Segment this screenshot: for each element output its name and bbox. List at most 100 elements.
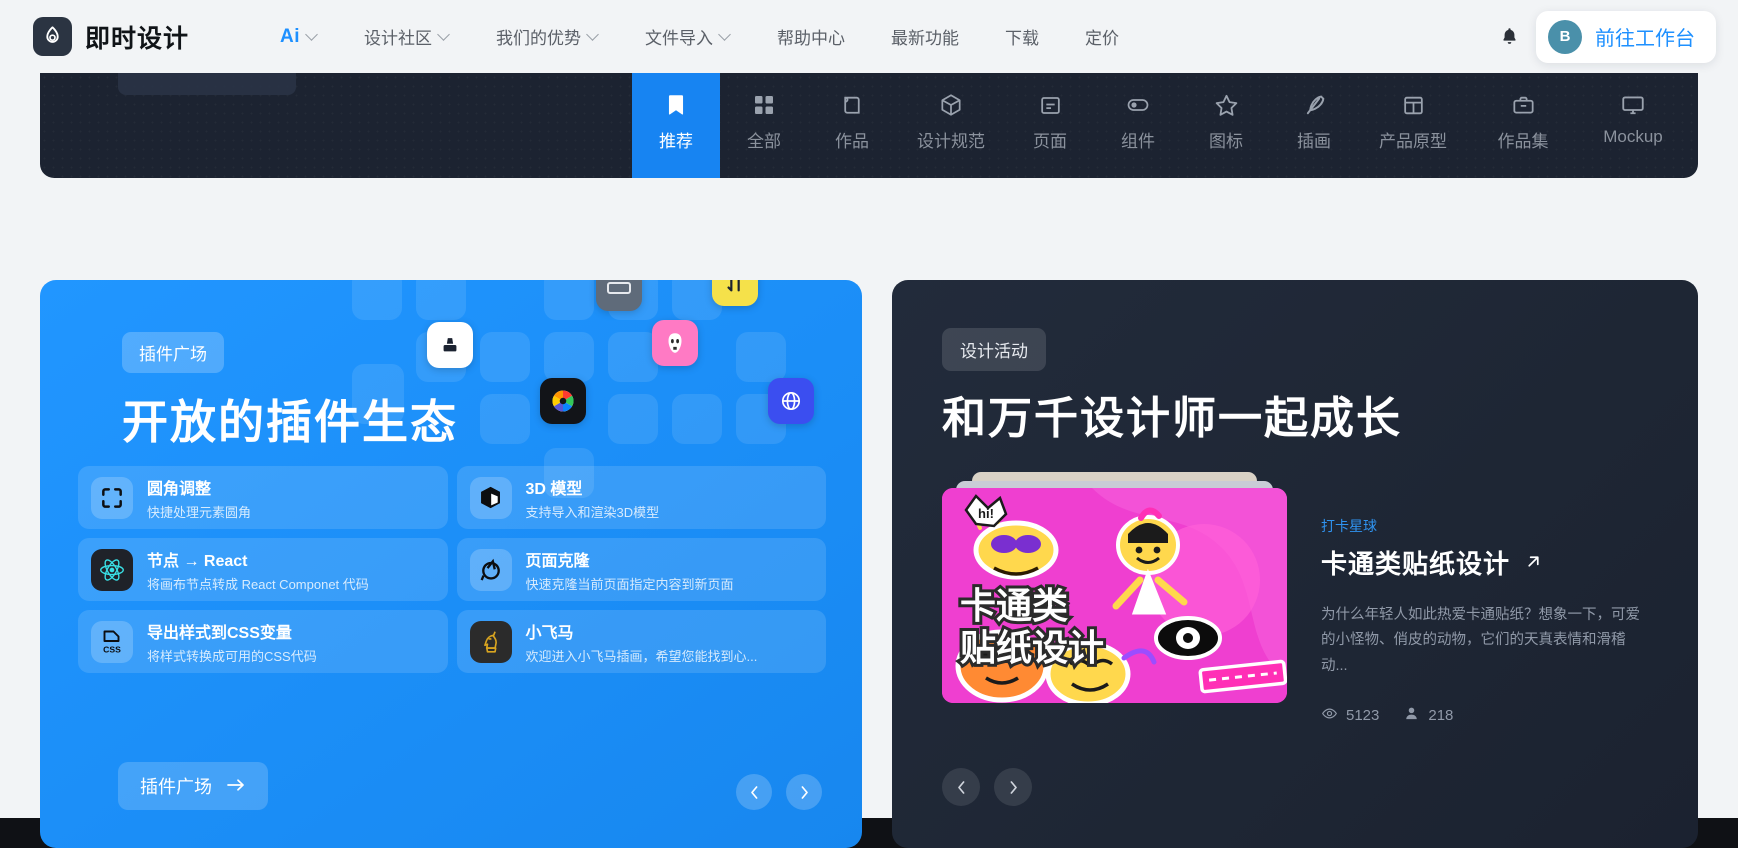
plugin-list: 圆角调整 快捷处理元素圆角 3D 模型 支持导入和渲染3D模型 节点 → Rea… [78,466,826,673]
arrow-right-icon [226,776,246,797]
plugin-item-page-clone[interactable]: 页面克隆 快速克隆当前页面指定内容到新页面 [456,538,826,601]
plugin-cta-label: 插件广场 [140,777,212,797]
plugin-desc: 快速克隆当前页面指定内容到新页面 [525,576,734,592]
event-item-category[interactable]: 打卡星球 [1321,516,1658,536]
brand[interactable]: 即时设计 [33,17,189,56]
chevron-down-icon [720,29,731,40]
nav-item-download[interactable]: 下载 [1005,24,1039,49]
tab-label: Mockup [1603,127,1663,146]
plugin-item-pegasus[interactable]: 小飞马 欢迎进入小飞马插画，希望您能找到心... [456,610,826,673]
views-count: 5123 [1346,707,1380,725]
plugin-carousel-controls [736,774,822,810]
tab-design-system[interactable]: 设计规范 [896,73,1006,178]
feather-icon [1301,89,1327,121]
tab-label: 产品原型 [1379,132,1447,151]
nav-item-label: 文件导入 [645,29,714,48]
tab-mockup[interactable]: Mockup [1578,73,1688,178]
tab-all[interactable]: 全部 [720,73,808,178]
event-item-title: 卡通类贴纸设计 [1321,549,1511,579]
event-card-tag: 设计活动 [942,328,1046,371]
plugin-marketplace-button[interactable]: 插件广场 [118,762,268,810]
go-to-workbench-button[interactable]: B 前往工作台 [1536,10,1716,63]
svg-text:hi!: hi! [978,506,994,521]
layout-icon [1401,89,1426,121]
plugin-item-corner-radius[interactable]: 圆角调整 快捷处理元素圆角 [78,466,448,529]
bookmark-icon [663,89,689,121]
nav-item-ai[interactable]: Ai [280,26,318,48]
event-thumbnail-stack[interactable]: hi! 卡通类 贴纸设计 [942,472,1287,703]
plugin-carousel-prev[interactable] [736,774,772,810]
plugin-marketplace-card[interactable]: 插件广场 开放的插件生态 圆角调整 快捷处理元素圆角 3D 模型 支持导入和渲染… [40,280,862,848]
event-carousel-controls [942,768,1032,806]
participants-stat: 218 [1403,705,1453,726]
page-icon [1038,89,1063,121]
svg-text:CSS: CSS [103,644,121,654]
nav-item-label: 最新功能 [891,29,960,48]
deco-icon-stamp [427,322,473,368]
event-carousel-prev[interactable] [942,768,980,806]
plugin-name: 导出样式到CSS变量 [147,624,292,642]
plugin-name: 3D 模型 [525,480,583,498]
tab-illustration[interactable]: 插画 [1270,73,1358,178]
chevron-down-icon [307,29,318,40]
plugin-carousel-next[interactable] [786,774,822,810]
svg-text:卡通类: 卡通类 [960,585,1068,626]
deco-icon-color-wheel [540,378,586,424]
grid-icon [752,89,776,121]
event-item: hi! 卡通类 贴纸设计 打卡星球 卡通类贴纸设计 为什么年轻人如此热爱卡通贴纸… [942,472,1658,726]
plugin-desc: 将样式转换成可用的CSS代码 [147,648,317,664]
chevron-down-icon [439,29,450,40]
plugin-item-node-to-react[interactable]: 节点 → React 将画布节点转成 React Componet 代码 [78,538,448,601]
briefcase-icon [1511,89,1536,121]
tab-label: 插画 [1297,132,1331,151]
tab-label: 设计规范 [917,132,985,151]
eye-icon [1321,705,1338,726]
plugin-card-tag: 插件广场 [122,332,224,373]
main-menu: Ai 设计社区 我们的优势 文件导入 帮助中心 最新功能 下载 定价 [280,24,1165,49]
nav-item-label: 下载 [1005,29,1040,48]
event-thumbnail[interactable]: hi! 卡通类 贴纸设计 [942,488,1287,703]
monitor-icon [1620,89,1646,121]
nav-item-pricing[interactable]: 定价 [1085,24,1119,49]
nav-item-community[interactable]: 设计社区 [364,24,450,49]
tab-icons[interactable]: 图标 [1182,73,1270,178]
nav-item-label: 定价 [1085,29,1120,48]
tab-components[interactable]: 组件 [1094,73,1182,178]
css-file-icon: CSS [91,620,133,663]
plugin-name: 小飞马 [525,624,574,642]
flame-logo-icon [33,17,72,56]
nav-item-advantages[interactable]: 我们的优势 [496,24,599,49]
tab-prototype[interactable]: 产品原型 [1358,73,1468,178]
bell-icon[interactable] [1492,20,1526,54]
artboard-icon [840,89,865,121]
nav-item-help-center[interactable]: 帮助中心 [777,24,845,49]
tab-label: 作品 [835,132,869,151]
cube-icon [938,89,964,121]
tab-recommended[interactable]: 推荐 [632,73,720,178]
brand-name: 即时设计 [85,24,190,53]
tab-label: 图标 [1209,132,1243,151]
plugin-desc: 支持导入和渲染3D模型 [525,504,660,520]
tab-works[interactable]: 作品 [808,73,896,178]
nav-item-file-import[interactable]: 文件导入 [645,24,731,49]
plugin-item-css-export[interactable]: CSS 导出样式到CSS变量 将样式转换成可用的CSS代码 [78,610,448,673]
tab-portfolio[interactable]: 作品集 [1468,73,1578,178]
chevron-down-icon [588,29,599,40]
event-item-title-row[interactable]: 卡通类贴纸设计 [1321,544,1658,581]
feature-cards-row: 插件广场 开放的插件生态 圆角调整 快捷处理元素圆角 3D 模型 支持导入和渲染… [0,178,1738,848]
design-event-card[interactable]: 设计活动 和万千设计师一起成长 hi! 卡通类 贴纸设计 打卡星球 卡通类贴纸设… [892,280,1698,848]
deco-icon-mask [652,320,698,366]
nav-item-whats-new[interactable]: 最新功能 [891,24,959,49]
clone-icon [469,548,512,591]
svg-text:贴纸设计: 贴纸设计 [960,627,1104,668]
plugin-desc: 欢迎进入小飞马插画，希望您能找到心... [525,648,758,664]
deco-icon-globe [768,378,814,424]
event-carousel-next[interactable] [994,768,1032,806]
tab-pages[interactable]: 页面 [1006,73,1094,178]
plugin-item-3d-model[interactable]: 3D 模型 支持导入和渲染3D模型 [456,466,826,529]
plugin-card-title: 开放的插件生态 [122,396,458,448]
person-icon [1403,705,1420,726]
top-navigation-bar: 即时设计 Ai 设计社区 我们的优势 文件导入 帮助中心 最新功能 下载 定价 [0,0,1738,73]
plugin-name: 节点 → React [147,552,248,570]
views-stat: 5123 [1321,705,1379,726]
